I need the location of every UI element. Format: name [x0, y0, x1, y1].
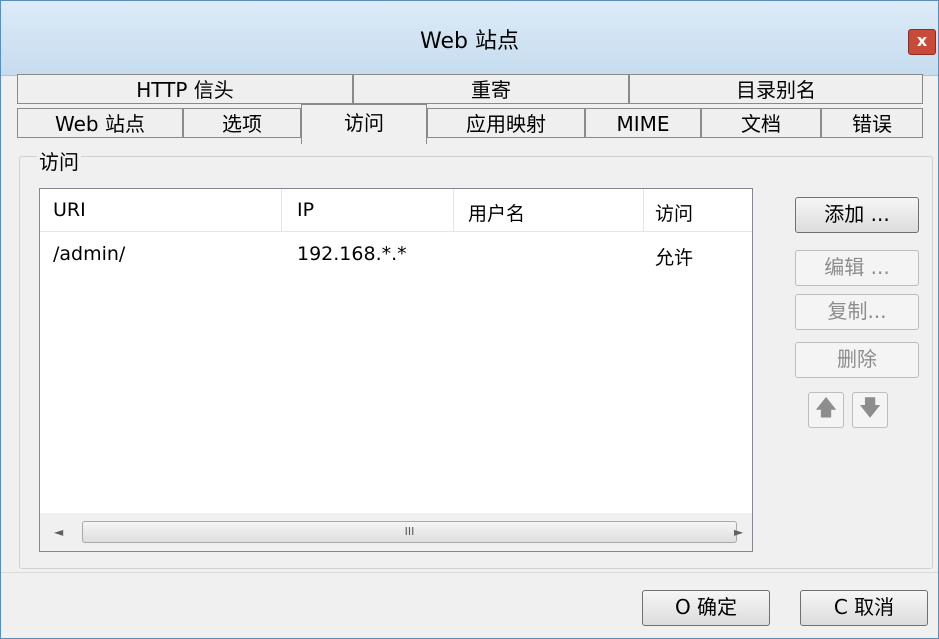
close-button[interactable]: x: [908, 29, 936, 55]
title-bar: Web 站点 x: [1, 1, 938, 76]
tab-documents[interactable]: 文档: [701, 108, 821, 138]
tab-directory-alias[interactable]: 目录别名: [629, 74, 923, 104]
copy-button[interactable]: 复制...: [795, 294, 919, 330]
column-header-username[interactable]: 用户名: [468, 199, 525, 226]
close-icon: x: [916, 31, 928, 50]
scrollbar-thumb[interactable]: III: [82, 521, 737, 543]
column-header-uri[interactable]: URI: [53, 199, 86, 221]
tab-errors[interactable]: 错误: [821, 108, 923, 138]
tab-options[interactable]: 选项: [183, 108, 301, 138]
tab-row-top: HTTP 信头 重寄 目录别名: [17, 74, 923, 106]
column-divider[interactable]: [281, 189, 282, 231]
arrow-down-icon: 🡇: [858, 396, 882, 421]
web-site-dialog: Web 站点 x HTTP 信头 重寄 目录别名 Web 站点 选项 访问 应用…: [0, 0, 939, 639]
access-list[interactable]: URI IP 用户名 访问 /admin/ 192.168.*.* 允许 ◄ I…: [39, 188, 753, 552]
add-button[interactable]: 添加 ...: [795, 197, 919, 233]
arrow-up-icon: 🡅: [814, 396, 838, 421]
access-group-title: 访问: [37, 146, 81, 175]
tab-app-mapping[interactable]: 应用映射: [427, 108, 585, 138]
move-down-button[interactable]: 🡇: [852, 392, 888, 428]
scroll-right-icon[interactable]: ►: [734, 525, 743, 539]
tab-redirect[interactable]: 重寄: [353, 74, 629, 104]
ok-button[interactable]: O 确定: [642, 590, 770, 626]
scroll-left-icon[interactable]: ◄: [54, 525, 63, 539]
move-up-button[interactable]: 🡅: [808, 392, 844, 428]
edit-button[interactable]: 编辑 ...: [795, 250, 919, 286]
horizontal-scrollbar[interactable]: ◄ III ►: [40, 513, 752, 551]
delete-button[interactable]: 删除: [795, 342, 919, 378]
list-header: URI IP 用户名 访问: [40, 189, 752, 232]
column-header-ip[interactable]: IP: [297, 199, 314, 221]
table-row[interactable]: /admin/ 192.168.*.* 允许: [40, 233, 752, 275]
window-title: Web 站点: [420, 29, 519, 54]
column-divider[interactable]: [453, 189, 454, 231]
column-divider[interactable]: [643, 189, 644, 231]
tab-mime[interactable]: MIME: [585, 108, 701, 138]
tab-http-headers[interactable]: HTTP 信头: [17, 74, 353, 104]
tab-access[interactable]: 访问: [301, 104, 427, 144]
row-ip: 192.168.*.*: [297, 243, 407, 265]
row-uri: /admin/: [53, 243, 126, 265]
tab-row-bottom: Web 站点 选项 访问 应用映射 MIME 文档 错误: [17, 104, 923, 144]
footer-divider: [1, 572, 938, 573]
row-access: 允许: [655, 247, 694, 269]
column-header-access[interactable]: 访问: [655, 199, 693, 226]
tab-web-site[interactable]: Web 站点: [17, 108, 183, 138]
cancel-button[interactable]: C 取消: [800, 590, 928, 626]
